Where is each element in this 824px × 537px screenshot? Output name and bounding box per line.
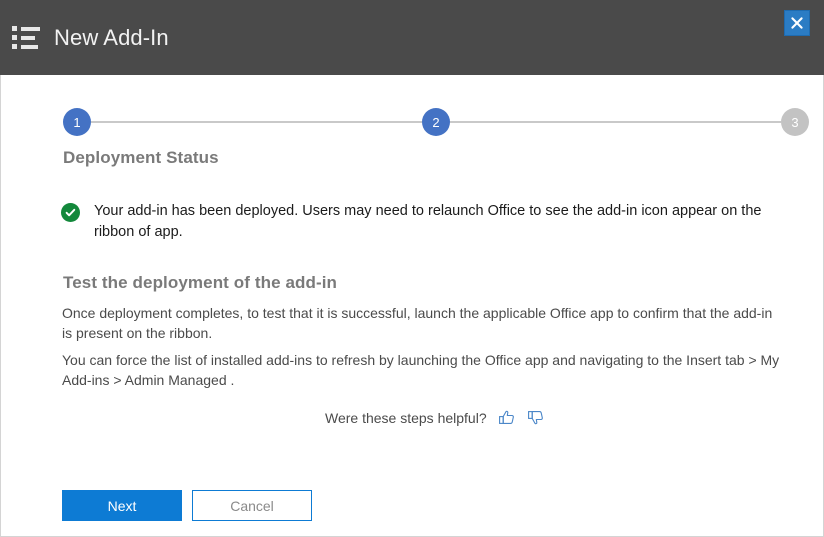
list-icon <box>12 24 40 52</box>
wizard-stepper: 1 2 3 <box>63 108 809 136</box>
close-icon <box>789 15 805 31</box>
dialog-footer: Next Cancel <box>62 490 312 521</box>
dialog-header: New Add-In <box>0 0 824 75</box>
step-connector-1 <box>91 121 422 123</box>
thumbs-up-icon[interactable] <box>498 409 516 427</box>
feedback-question: Were these steps helpful? <box>325 410 487 426</box>
next-button[interactable]: Next <box>62 490 182 521</box>
refresh-instructions-paragraph: You can force the list of installed add-… <box>62 352 780 388</box>
step-indicator-1[interactable]: 1 <box>63 108 91 136</box>
deployment-status-heading: Deployment Status <box>63 148 219 167</box>
success-check-icon <box>61 203 80 222</box>
dialog-content: 1 2 3 Deployment Status Your add-in has … <box>0 75 824 537</box>
test-deployment-heading: Test the deployment of the add-in <box>63 273 338 292</box>
step-label-1: 1 <box>73 114 81 130</box>
deployment-status-message: Your add-in has been deployed. Users may… <box>61 201 781 243</box>
test-instructions-paragraph: Once deployment completes, to test that … <box>62 305 773 341</box>
step-label-2: 2 <box>432 114 440 130</box>
feedback-row: Were these steps helpful? <box>325 409 545 427</box>
close-button[interactable] <box>784 10 810 36</box>
page-title: New Add-In <box>54 24 169 50</box>
step-indicator-3[interactable]: 3 <box>781 108 809 136</box>
cancel-button[interactable]: Cancel <box>192 490 312 521</box>
new-addin-dialog: New Add-In 1 2 3 Deployment Status Your … <box>0 0 824 537</box>
thumbs-down-icon[interactable] <box>527 409 545 427</box>
step-connector-2 <box>450 121 781 123</box>
step-indicator-2[interactable]: 2 <box>422 108 450 136</box>
step-label-3: 3 <box>791 114 799 130</box>
status-message-text: Your add-in has been deployed. Users may… <box>94 203 762 240</box>
